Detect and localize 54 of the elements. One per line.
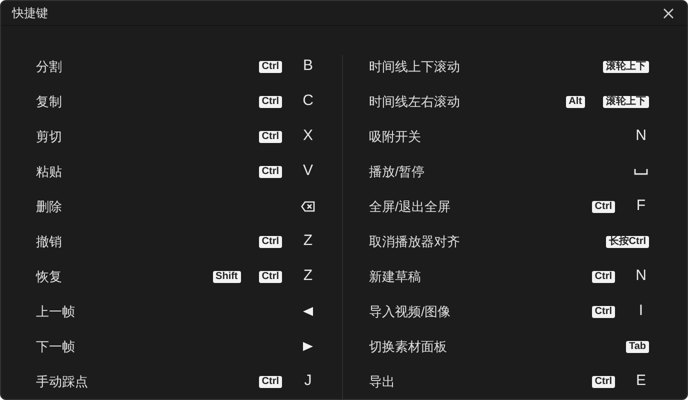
- key-letter: V: [302, 161, 314, 182]
- shortcut-label: 导出: [369, 372, 396, 391]
- shortcut-label: 时间线左右滚动: [369, 92, 461, 111]
- key-letter: C: [302, 91, 314, 112]
- key-badge: Ctrl: [258, 60, 282, 72]
- space-key-icon: [634, 168, 648, 174]
- shortcut-label: 取消播放器对齐: [369, 232, 461, 251]
- key-badge: Ctrl: [258, 166, 282, 178]
- key-badge: Ctrl: [592, 306, 615, 318]
- key-badge: 长按Ctrl: [606, 236, 649, 248]
- shortcut-label: 吸附开关: [369, 128, 422, 146]
- key-badge: Ctrl: [592, 200, 615, 212]
- shortcut-label: 全屏/退出全屏: [369, 198, 452, 216]
- key-badge: Ctrl: [258, 130, 282, 142]
- key-letter: B: [302, 56, 314, 76]
- shortcut-label: 新建草稿: [369, 268, 422, 286]
- shortcut-label: 删除: [36, 198, 63, 216]
- key-letter: I: [638, 301, 644, 322]
- window-title: 快捷键: [12, 5, 48, 22]
- shortcut-label: 导入视频/图像: [369, 302, 452, 321]
- backspace-icon: [301, 201, 315, 212]
- key-letter: N: [634, 266, 648, 286]
- shortcut-label: 复制: [36, 92, 63, 111]
- shortcut-label: 播放/暂停: [369, 162, 426, 181]
- key-badge: 滚轮上下: [603, 96, 649, 108]
- key-badge: Tab: [626, 340, 649, 352]
- key-badge: Ctrl: [258, 376, 282, 388]
- shortcut-label: 时间线上下滚动: [369, 58, 461, 76]
- key-letter: Z: [302, 231, 314, 252]
- shortcut-label: 切换素材面板: [369, 338, 448, 356]
- shortcut-label: 剪切: [36, 128, 63, 146]
- shortcut-label: 分割: [36, 58, 63, 76]
- shortcut-label: 上一帧: [36, 302, 76, 321]
- key-letter: F: [635, 196, 647, 216]
- right-triangle-icon: [303, 342, 313, 351]
- shortcut-label: 恢复: [36, 268, 63, 286]
- key-badge: Ctrl: [258, 270, 282, 282]
- key-letter: N: [634, 126, 648, 146]
- key-letter: X: [302, 126, 314, 146]
- shortcut-label: 粘贴: [36, 162, 63, 181]
- key-badge: Alt: [566, 96, 585, 108]
- key-badge: Shift: [212, 270, 241, 282]
- key-badge: Ctrl: [592, 270, 615, 282]
- key-badge: Ctrl: [258, 236, 282, 248]
- key-badge: Ctrl: [258, 96, 282, 108]
- shortcut-label: 手动踩点: [36, 372, 89, 391]
- key-letter: E: [634, 371, 647, 392]
- key-badge: Ctrl: [592, 376, 615, 388]
- key-badge: 滚轮上下: [603, 60, 649, 72]
- shortcut-label: 撤销: [36, 232, 63, 251]
- shortcut-label: 下一帧: [36, 338, 76, 356]
- left-triangle-icon: [303, 307, 313, 316]
- key-letter: Z: [302, 266, 314, 286]
- key-letter: J: [303, 371, 313, 392]
